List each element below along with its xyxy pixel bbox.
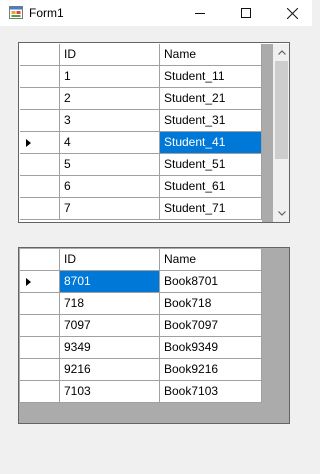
scroll-up-button[interactable] [273, 44, 289, 61]
cell-name[interactable]: Student_31 [160, 110, 262, 132]
cell-name-selected[interactable]: Student_41 [160, 132, 262, 154]
column-header-id[interactable]: ID [60, 44, 160, 66]
cell-id[interactable]: 5 [60, 154, 160, 176]
row-header[interactable] [20, 132, 60, 154]
chevron-down-icon [277, 211, 286, 216]
table-row[interactable]: 7 Student_71 [20, 198, 262, 220]
cell-name[interactable]: Book8701 [160, 271, 262, 293]
cell-name[interactable]: Student_61 [160, 176, 262, 198]
minimize-icon [195, 13, 205, 14]
close-icon [286, 7, 298, 19]
cell-id[interactable]: 6 [60, 176, 160, 198]
students-grid[interactable]: ID Name 1 Student_11 2 Student_21 3 Stud… [18, 42, 290, 223]
minimize-button[interactable] [177, 0, 223, 26]
column-header-name[interactable]: Name [160, 44, 262, 66]
table-row[interactable]: 9349 Book9349 [20, 337, 262, 359]
cell-name[interactable]: Student_71 [160, 198, 262, 220]
row-header[interactable] [20, 110, 60, 132]
row-header[interactable] [20, 66, 60, 88]
cell-name[interactable]: Book7103 [160, 381, 262, 403]
row-header[interactable] [20, 271, 60, 293]
row-header[interactable] [20, 154, 60, 176]
table-row[interactable]: 3 Student_31 [20, 110, 262, 132]
header-row: ID Name [20, 249, 262, 271]
table-row[interactable]: 7103 Book7103 [20, 381, 262, 403]
table-row[interactable]: 7097 Book7097 [20, 315, 262, 337]
row-header[interactable] [20, 337, 60, 359]
current-row-arrow-icon [26, 139, 31, 147]
table-row[interactable]: 1 Student_11 [20, 66, 262, 88]
cell-id[interactable]: 3 [60, 110, 160, 132]
cell-id[interactable]: 7 [60, 198, 160, 220]
chevron-up-icon [277, 50, 286, 55]
cell-id-selected[interactable]: 8701 [60, 271, 160, 293]
column-header-name[interactable]: Name [160, 249, 262, 271]
table-row[interactable]: 2 Student_21 [20, 88, 262, 110]
scroll-down-button[interactable] [273, 205, 289, 222]
row-header[interactable] [20, 198, 60, 220]
cell-name[interactable]: Book9349 [160, 337, 262, 359]
form-app-icon[interactable] [9, 6, 23, 19]
close-button[interactable] [269, 0, 315, 26]
row-header[interactable] [20, 88, 60, 110]
row-header[interactable] [20, 293, 60, 315]
books-grid[interactable]: ID Name 8701 Book8701 718 Book718 7097 B… [18, 247, 290, 424]
row-header[interactable] [20, 359, 60, 381]
maximize-icon [241, 8, 251, 18]
table-row[interactable]: 4 Student_41 [20, 132, 262, 154]
table-row[interactable]: 5 Student_51 [20, 154, 262, 176]
row-header[interactable] [20, 315, 60, 337]
scrollbar-thumb[interactable] [275, 61, 288, 159]
corner-header-cell[interactable] [20, 249, 60, 271]
cell-id[interactable]: 4 [60, 132, 160, 154]
cell-name[interactable]: Student_51 [160, 154, 262, 176]
grid-empty-area [262, 44, 273, 222]
row-header[interactable] [20, 381, 60, 403]
cell-name[interactable]: Book9216 [160, 359, 262, 381]
table-row[interactable]: 6 Student_61 [20, 176, 262, 198]
cell-id[interactable]: 7097 [60, 315, 160, 337]
cell-id[interactable]: 7103 [60, 381, 160, 403]
cell-name[interactable]: Student_11 [160, 66, 262, 88]
vertical-scrollbar[interactable] [273, 44, 289, 222]
maximize-button[interactable] [223, 0, 269, 26]
window-title: Form1 [29, 6, 64, 20]
table-row[interactable]: 8701 Book8701 [20, 271, 262, 293]
cell-name[interactable]: Student_21 [160, 88, 262, 110]
title-bar[interactable]: Form1 [0, 0, 312, 26]
current-row-arrow-icon [26, 278, 31, 286]
cell-id[interactable]: 2 [60, 88, 160, 110]
column-header-id[interactable]: ID [60, 249, 160, 271]
cell-name[interactable]: Book718 [160, 293, 262, 315]
row-header[interactable] [20, 176, 60, 198]
cell-id[interactable]: 718 [60, 293, 160, 315]
table-row[interactable]: 9216 Book9216 [20, 359, 262, 381]
cell-id[interactable]: 1 [60, 66, 160, 88]
cell-name[interactable]: Book7097 [160, 315, 262, 337]
corner-header-cell[interactable] [20, 44, 60, 66]
table-row[interactable]: 718 Book718 [20, 293, 262, 315]
cell-id[interactable]: 9349 [60, 337, 160, 359]
cell-id[interactable]: 9216 [60, 359, 160, 381]
header-row: ID Name [20, 44, 262, 66]
